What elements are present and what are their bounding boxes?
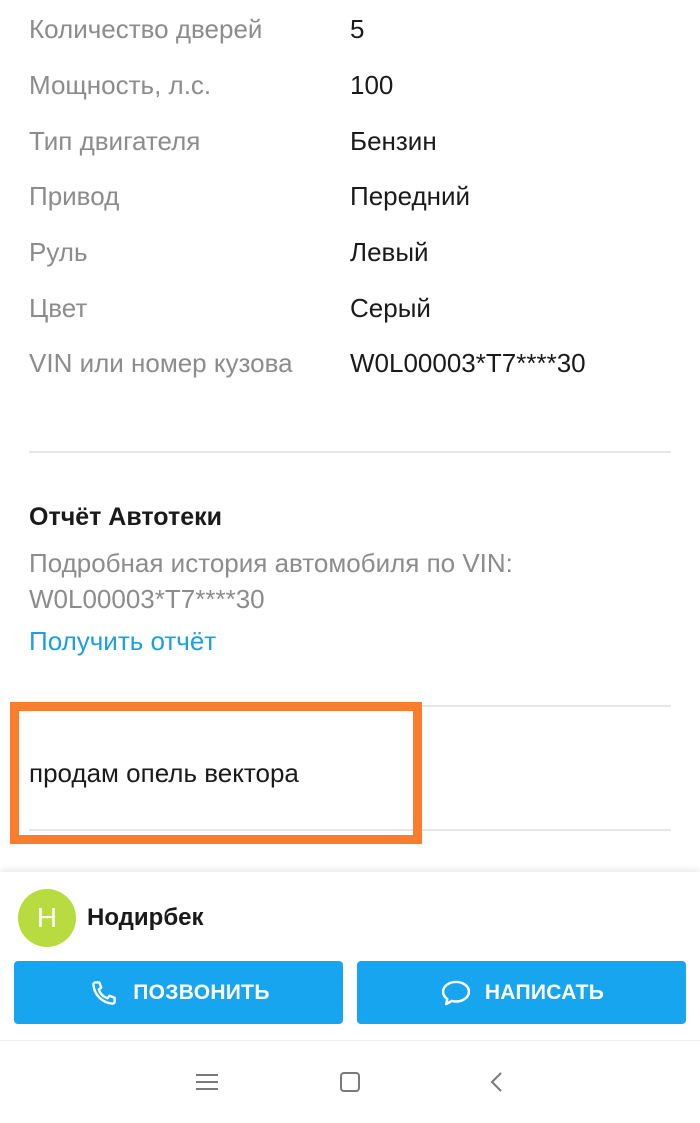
- spec-row-drive: Привод Передний: [0, 176, 700, 216]
- get-report-link[interactable]: Получить отчёт: [29, 623, 216, 659]
- call-button[interactable]: ПОЗВОНИТЬ: [14, 961, 343, 1024]
- avatar[interactable]: Н: [18, 889, 76, 947]
- spec-label: Количество дверей: [29, 14, 263, 44]
- report-description: Подробная история автомобиля по VIN: W0L…: [29, 548, 513, 614]
- spec-row-power: Мощность, л.с. 100: [0, 65, 700, 105]
- spec-value: W0L00003*T7****30: [350, 348, 586, 378]
- spec-value: Серый: [350, 293, 431, 323]
- home-square-icon[interactable]: [335, 1067, 365, 1097]
- spec-row-steering: Руль Левый: [0, 232, 700, 272]
- write-button-label: НАПИСАТЬ: [484, 980, 605, 1004]
- spec-row-doors: Количество дверей 5: [0, 9, 700, 49]
- spec-value: Передний: [350, 181, 471, 211]
- write-button[interactable]: НАПИСАТЬ: [357, 961, 686, 1024]
- back-chevron-icon[interactable]: [482, 1067, 512, 1097]
- spec-value: 5: [350, 14, 365, 44]
- spec-label: VIN или номер кузова: [29, 348, 293, 378]
- divider: [29, 451, 671, 453]
- spec-label: Руль: [29, 237, 88, 267]
- seller-name[interactable]: Нодирбек: [87, 900, 204, 936]
- spec-row-vin: VIN или номер кузова W0L00003*T7****30: [0, 343, 700, 383]
- spec-row-engine: Тип двигателя Бензин: [0, 121, 700, 161]
- spec-label: Привод: [29, 181, 120, 211]
- spec-label: Мощность, л.с.: [29, 70, 212, 100]
- spec-label: Тип двигателя: [29, 126, 201, 156]
- chat-bubble-icon: [439, 976, 473, 1010]
- spec-value: Бензин: [350, 126, 437, 156]
- spec-value: Левый: [350, 237, 429, 267]
- report-title: Отчёт Автотеки: [29, 503, 222, 531]
- spec-row-color: Цвет Серый: [0, 288, 700, 328]
- highlight-box: [10, 702, 422, 844]
- call-button-label: ПОЗВОНИТЬ: [133, 980, 270, 1004]
- spec-label: Цвет: [29, 293, 88, 323]
- system-navigation-bar: [0, 1040, 700, 1123]
- spec-value: 100: [350, 70, 394, 100]
- menu-icon[interactable]: [192, 1067, 222, 1097]
- phone-icon: [87, 976, 121, 1010]
- contact-panel: Н Нодирбек ПОЗВОНИТЬ НАПИСАТЬ: [0, 872, 700, 1040]
